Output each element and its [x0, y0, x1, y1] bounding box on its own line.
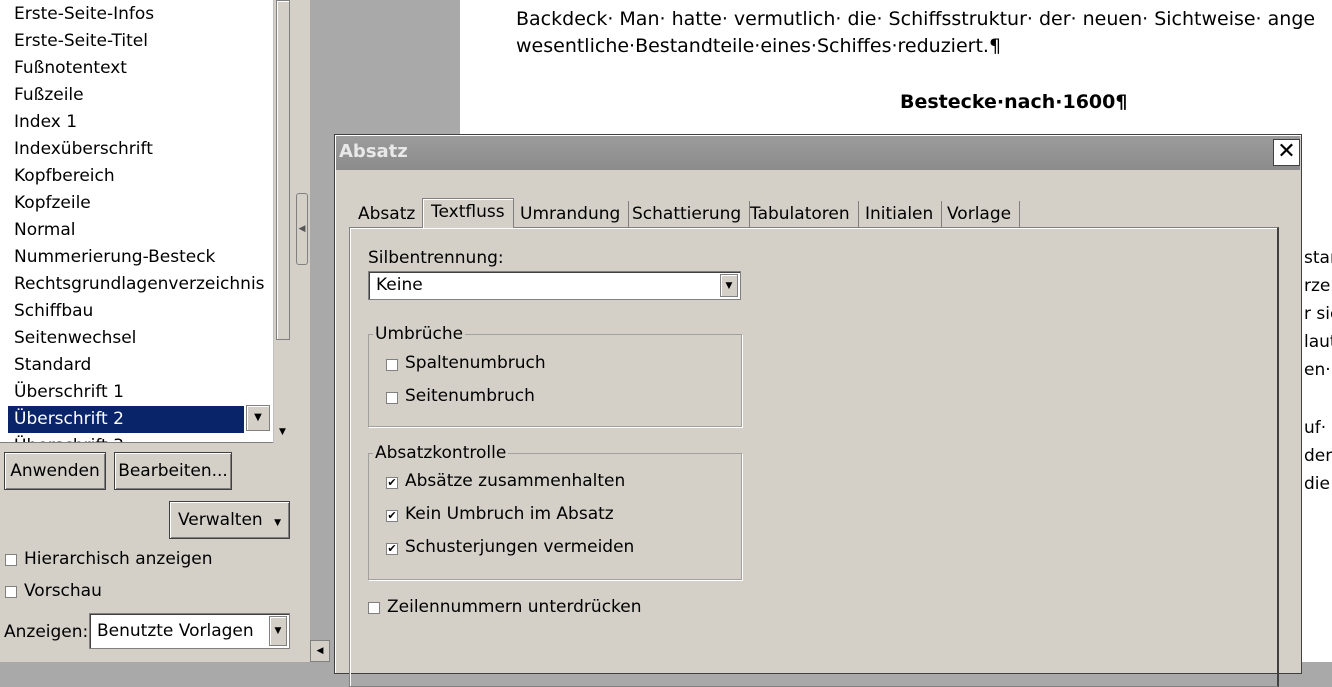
chevron-down-icon[interactable]: ▼	[269, 616, 287, 646]
widows-checkbox[interactable]: ✔	[386, 543, 398, 555]
style-list-item[interactable]: Seitenwechsel	[8, 325, 244, 352]
tab-umrandung[interactable]: Umrandung	[512, 201, 630, 227]
no-break-label: Kein Umbruch im Absatz	[405, 504, 614, 524]
style-list-item[interactable]: Überschrift 1	[8, 379, 244, 406]
close-icon[interactable]: ✕	[1273, 139, 1300, 166]
tab-absatz[interactable]: Absatz	[350, 201, 425, 227]
panel-collapse-handle[interactable]: ◀	[296, 193, 308, 265]
style-list-item[interactable]: Index 1	[8, 109, 244, 136]
style-list-item[interactable]: Überschrift 3	[8, 433, 244, 442]
tab-textfluss[interactable]: Textfluss	[422, 198, 514, 228]
breaks-group	[368, 334, 742, 427]
widows-label: Schusterjungen vermeiden	[405, 537, 635, 557]
chevron-down-icon[interactable]: ▼	[246, 405, 270, 431]
column-break-label: Spaltenumbruch	[405, 353, 546, 373]
show-label: Anzeigen:	[4, 622, 89, 642]
apply-button[interactable]: Anwenden	[4, 452, 106, 490]
document-fragment: laut	[1304, 332, 1332, 352]
page-break-label: Seitenumbruch	[405, 386, 535, 406]
scroll-left-arrow-icon[interactable]: ◀	[310, 640, 330, 662]
preview-checkbox[interactable]	[5, 586, 17, 598]
preview-label: Vorschau	[24, 581, 102, 601]
hierarchical-label: Hierarchisch anzeigen	[24, 549, 213, 569]
hierarchical-checkbox[interactable]	[5, 554, 17, 566]
style-list-item[interactable]: Normal	[8, 217, 244, 244]
document-heading: Bestecke·nach·1600¶	[900, 91, 1128, 113]
manage-button-label: Verwalten	[177, 510, 263, 530]
styles-panel: Erste-Seite-Infos Erste-Seite-Titel Fußnot…	[0, 0, 310, 662]
edit-button[interactable]: Bearbeiten...	[114, 452, 232, 490]
page-break-checkbox[interactable]	[386, 392, 398, 404]
dialog-title: Absatz	[339, 141, 408, 162]
style-list-item[interactable]: Fußzeile	[8, 82, 244, 109]
document-fragment: r sie	[1304, 304, 1332, 324]
document-fragment: rze	[1304, 276, 1331, 296]
tab-tabulatoren[interactable]: Tabulatoren	[742, 201, 859, 227]
scrollbar-thumb[interactable]	[276, 0, 290, 340]
document-fragment: den	[1304, 446, 1332, 466]
paragraph-dialog: Absatz ✕ Silbentrennung: Keine ▼ Umbrüch…	[334, 134, 1302, 687]
document-line: wesentliche·Bestandteile·eines·Schiffes·…	[516, 35, 1002, 57]
keep-together-checkbox[interactable]: ✔	[386, 477, 398, 489]
style-list-item[interactable]: Indexüberschrift	[8, 136, 244, 163]
style-list-item[interactable]: Fußnotentext	[8, 55, 244, 82]
keep-together-label: Absätze zusammenhalten	[405, 471, 626, 491]
document-fragment: star	[1304, 248, 1332, 268]
style-list-item[interactable]: Schiffbau	[8, 298, 244, 325]
paragraph-control-group-title: Absatzkontrolle	[373, 443, 509, 463]
style-list-item[interactable]: Rechtsgrundlagenverzeichnis	[8, 271, 265, 298]
style-list[interactable]: Erste-Seite-Infos Erste-Seite-Titel Fußnot…	[0, 0, 292, 443]
breaks-group-title: Umbrüche	[373, 324, 466, 344]
document-fragment: en· u	[1304, 360, 1332, 380]
hyphenation-label: Silbentrennung:	[368, 248, 504, 268]
dialog-titlebar[interactable]: Absatz ✕	[336, 136, 1300, 170]
document-fragment: uf· e	[1304, 418, 1332, 438]
suppress-line-numbers-checkbox[interactable]	[368, 602, 380, 614]
style-list-item[interactable]: Standard	[8, 352, 244, 379]
document-line: Backdeck· Man· hatte· vermutlich· die· S…	[516, 8, 1316, 30]
show-select-value: Benutzte Vorlagen	[97, 621, 254, 641]
chevron-down-icon[interactable]: ▼	[720, 274, 738, 297]
style-list-item[interactable]: Kopfbereich	[8, 163, 244, 190]
no-break-checkbox[interactable]: ✔	[386, 510, 398, 522]
tab-initialen[interactable]: Initialen	[857, 201, 943, 227]
document-fragment: die	[1304, 474, 1330, 494]
style-list-item[interactable]: Erste-Seite-Infos	[8, 1, 244, 28]
scroll-down-arrow-icon[interactable]: ▼	[274, 424, 291, 441]
show-select[interactable]: Benutzte Vorlagen ▼	[89, 613, 290, 649]
manage-button[interactable]: Verwalten ▼	[169, 501, 290, 539]
hyphenation-select[interactable]: Keine ▼	[368, 271, 741, 300]
style-list-item[interactable]: Nummerierung-Besteck	[8, 244, 244, 271]
chevron-down-icon: ▼	[274, 518, 282, 528]
tab-schattierung[interactable]: Schattierung	[624, 201, 751, 227]
suppress-line-numbers-label: Zeilennummern unterdrücken	[387, 597, 642, 617]
style-list-item[interactable]: Erste-Seite-Titel	[8, 28, 244, 55]
hyphenation-value: Keine	[376, 275, 423, 295]
column-break-checkbox[interactable]	[386, 359, 398, 371]
tab-vorlage[interactable]: Vorlage	[939, 201, 1021, 227]
style-list-item[interactable]: Kopfzeile	[8, 190, 244, 217]
style-list-item[interactable]: Überschrift 2	[8, 406, 244, 433]
document-right-edge: star rze r sie laut en· u uf· e den die	[1302, 134, 1332, 662]
